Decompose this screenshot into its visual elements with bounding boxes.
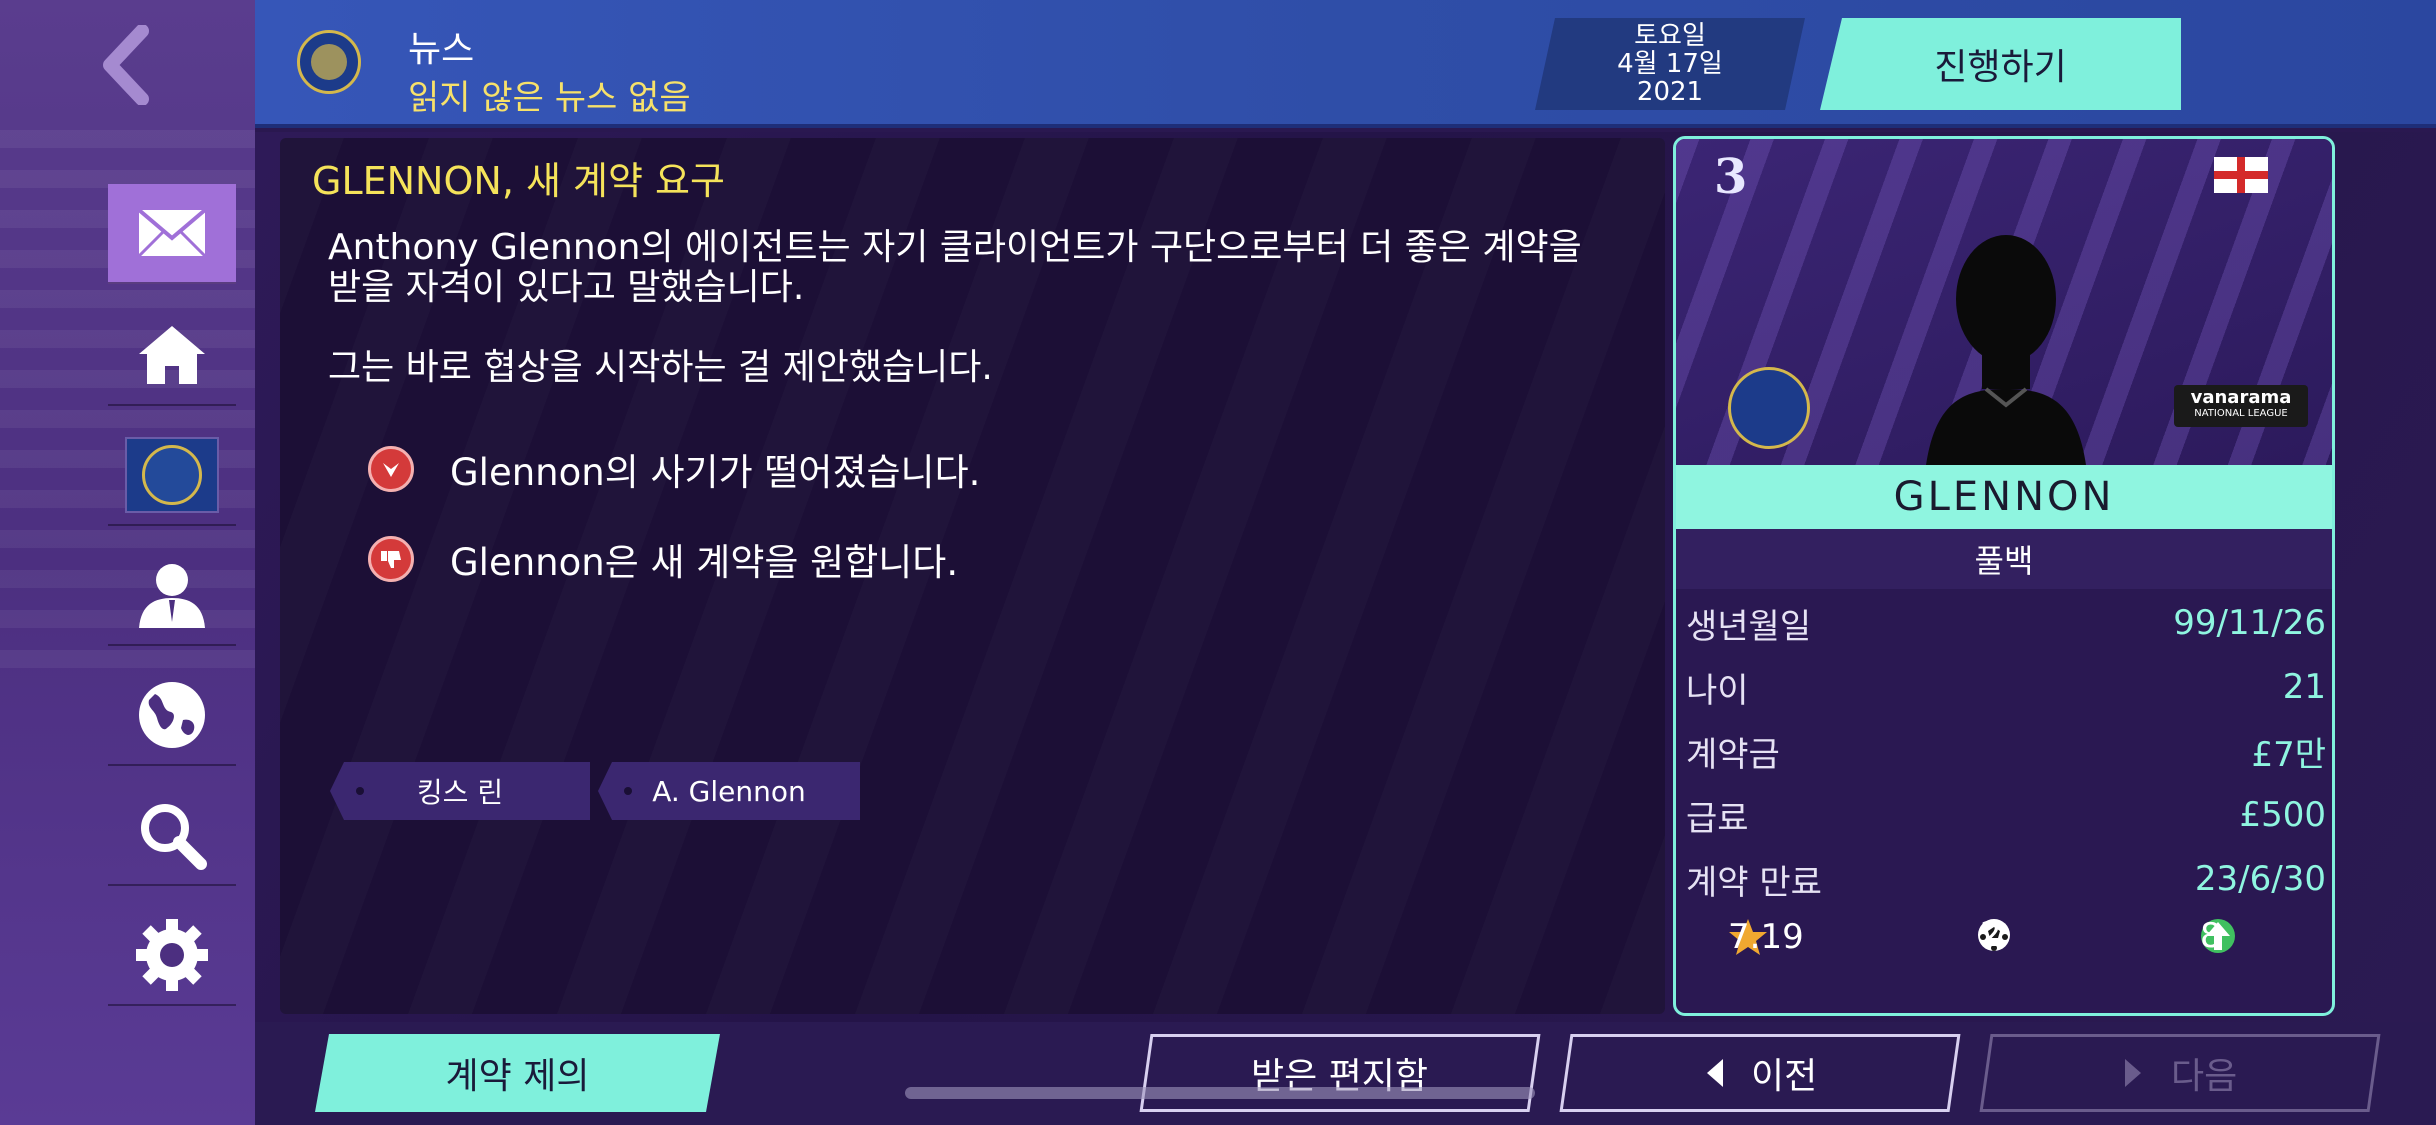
offer-contract-button[interactable]: 계약 제의 xyxy=(315,1034,720,1112)
message-body: Anthony Glennon의 에이전트는 자기 클라이언트가 구단으로부터 … xyxy=(328,228,1608,428)
page-title: 뉴스 xyxy=(408,29,475,70)
assists-value: 8 xyxy=(2200,916,2222,956)
page-subtitle: 읽지 않은 뉴스 없음 xyxy=(408,78,691,118)
player-card-header: 3 vanarama NATIONAL LEAGUE xyxy=(1676,139,2332,465)
sidebar-item-home[interactable] xyxy=(108,306,236,406)
stat-value: 99/11/26 xyxy=(2173,603,2326,643)
tag-label: A. Glennon xyxy=(652,774,806,808)
stat-row: 급료 £500 xyxy=(1686,785,2326,845)
stat-label: 계약 만료 xyxy=(1686,862,1822,903)
rating-stat: 7.19 xyxy=(1728,917,1804,957)
stat-row: 계약 만료 23/6/30 xyxy=(1686,849,2326,909)
date-day: 토요일 xyxy=(1634,21,1706,51)
club-crest-icon xyxy=(297,30,361,94)
home-indicator[interactable] xyxy=(905,1087,1535,1099)
stat-value: 21 xyxy=(2282,667,2326,707)
sidebar-item-search[interactable] xyxy=(108,786,236,886)
tag-club[interactable]: 킹스 린 xyxy=(330,762,590,820)
stat-row: 계약금 £7만 xyxy=(1686,721,2326,781)
back-button[interactable] xyxy=(80,20,170,110)
sidebar-item-world[interactable] xyxy=(108,666,236,766)
stat-label: 나이 xyxy=(1686,670,1749,711)
bottom-bar: 계약 제의 받은 편지함 이전 다음 xyxy=(255,1022,2436,1125)
continue-button[interactable]: 진행하기 xyxy=(1820,18,2181,110)
chevron-left-icon xyxy=(1706,1059,1723,1087)
league-badge: vanarama NATIONAL LEAGUE xyxy=(2174,385,2308,427)
stat-value: £500 xyxy=(2239,795,2326,835)
bullet-text: Glennon은 새 계약을 원합니다. xyxy=(450,541,959,584)
morale-down-icon xyxy=(368,446,414,492)
gear-icon xyxy=(136,919,208,991)
message-paragraph: 그는 바로 협상을 시작하는 걸 제안했습니다. xyxy=(328,347,993,388)
stat-label: 급료 xyxy=(1686,798,1749,839)
message-title: GLENNON, 새 계약 요구 xyxy=(312,159,725,203)
stat-value: 23/6/30 xyxy=(2194,859,2326,899)
date-year: 2021 xyxy=(1636,77,1704,107)
chevron-right-icon xyxy=(2124,1059,2141,1087)
sidebar xyxy=(0,0,255,1125)
previous-button[interactable]: 이전 xyxy=(1559,1034,1961,1112)
search-icon xyxy=(141,804,207,870)
next-button[interactable]: 다음 xyxy=(1979,1034,2381,1112)
player-card[interactable]: 3 vanarama NATIONAL LEAGUE GLENNON 풀백 생년… xyxy=(1673,136,2335,1016)
home-icon xyxy=(139,326,205,384)
bullet-text: Glennon의 사기가 떨어졌습니다. xyxy=(450,451,981,494)
goals-stat: 2 xyxy=(1976,915,2012,955)
sidebar-item-manager[interactable] xyxy=(108,546,236,646)
message-bullet: Glennon의 사기가 떨어졌습니다. xyxy=(368,442,980,496)
player-silhouette-icon xyxy=(1926,235,2086,465)
club-badge-icon xyxy=(125,437,219,513)
previous-label: 이전 xyxy=(1750,1056,1818,1097)
person-icon xyxy=(139,564,205,628)
date-date: 4월 17일 xyxy=(1617,49,1723,79)
tag-label: 킹스 린 xyxy=(416,776,504,809)
next-label: 다음 xyxy=(2170,1056,2238,1097)
league-sub: NATIONAL LEAGUE xyxy=(2194,408,2288,419)
league-name: vanarama xyxy=(2190,387,2292,408)
stat-value: £7만 xyxy=(2251,734,2326,775)
goals-value: 2 xyxy=(1980,915,2002,955)
message-paragraph: Anthony Glennon의 에이전트는 자기 클라이언트가 구단으로부터 … xyxy=(328,227,1582,308)
shirt-number: 3 xyxy=(1714,149,1748,205)
date-display: 토요일 4월 17일 2021 xyxy=(1535,18,1805,110)
globe-icon xyxy=(139,682,205,748)
sidebar-item-settings[interactable] xyxy=(108,906,236,1006)
sidebar-item-club[interactable] xyxy=(108,426,236,526)
england-flag-icon xyxy=(2214,157,2268,193)
envelope-icon xyxy=(137,208,207,258)
assists-stat: 8 xyxy=(2200,916,2236,956)
news-message-panel: GLENNON, 새 계약 요구 Anthony Glennon의 에이전트는 … xyxy=(280,138,1665,1014)
sidebar-item-mail[interactable] xyxy=(108,184,236,284)
performance-row: 7.19 2 8 xyxy=(1676,909,2332,969)
stat-row: 나이 21 xyxy=(1686,657,2326,717)
stat-row: 생년월일 99/11/26 xyxy=(1686,593,2326,653)
tag-player[interactable]: A. Glennon xyxy=(598,762,860,820)
inbox-button[interactable]: 받은 편지함 xyxy=(1139,1034,1541,1112)
stat-label: 계약금 xyxy=(1686,734,1780,775)
chevron-left-icon xyxy=(103,25,149,105)
player-name: GLENNON xyxy=(1676,465,2332,529)
message-bullet: Glennon은 새 계약을 원합니다. xyxy=(368,532,958,586)
club-crest-icon xyxy=(1728,367,1810,449)
thumbs-down-icon xyxy=(368,536,414,582)
player-position: 풀백 xyxy=(1676,529,2332,589)
rating-value: 7.19 xyxy=(1728,917,1804,957)
stat-label: 생년월일 xyxy=(1686,606,1812,647)
